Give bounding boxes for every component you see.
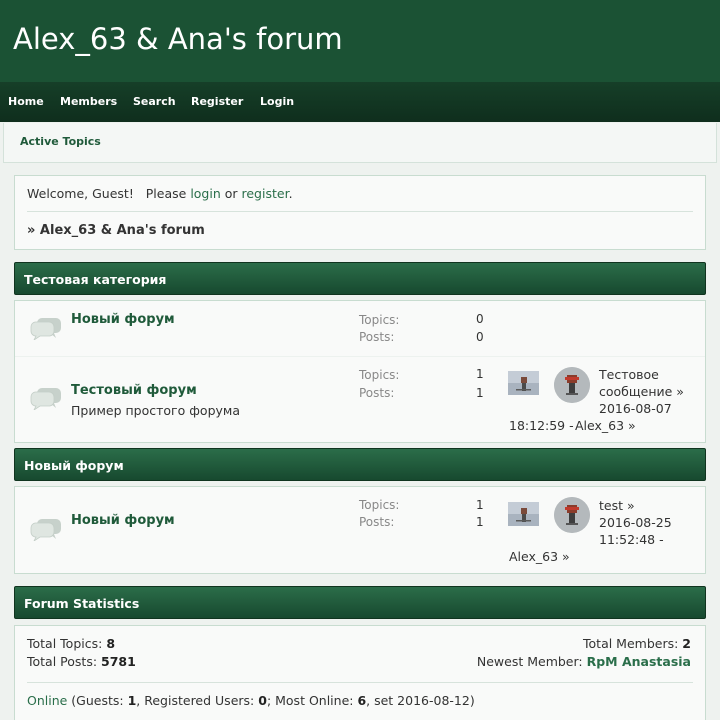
last-post-time: 18:12:59 - xyxy=(509,418,578,433)
last-post-title-cont[interactable]: сообщение » xyxy=(599,383,684,400)
posts-count: 0 xyxy=(476,330,484,344)
speech-bubbles-icon xyxy=(30,388,61,410)
last-post-date: 2016-08-25 xyxy=(599,515,672,530)
site-title[interactable]: Alex_63 & Ana's forum xyxy=(13,22,343,56)
post-thumbnail[interactable] xyxy=(508,371,539,395)
divider xyxy=(27,211,693,212)
posts-label: Posts: xyxy=(359,330,395,344)
total-topics: Total Topics: 8 xyxy=(27,636,115,651)
posts-count: 1 xyxy=(476,515,484,529)
forum-link[interactable]: Новый форум xyxy=(71,312,175,327)
login-link[interactable]: login xyxy=(190,186,220,201)
newest-member: Newest Member: RpM Anastasia xyxy=(477,654,691,669)
forum-row: Новый форум Topics: 0 Posts: 0 xyxy=(15,301,705,356)
forum-description: Пример простого форума xyxy=(71,403,240,418)
sub-nav: Active Topics xyxy=(3,123,717,163)
post-thumbnail[interactable] xyxy=(508,502,539,526)
registered-value: 0 xyxy=(258,693,267,708)
topics-count: 1 xyxy=(476,498,484,512)
last-post-title[interactable]: test » xyxy=(599,497,635,514)
last-post-author[interactable]: Alex_63 » xyxy=(575,417,636,434)
last-post-author[interactable]: Alex_63 » xyxy=(509,548,570,565)
nav-search[interactable]: Search xyxy=(133,95,176,108)
topics-label: Topics: xyxy=(359,368,400,382)
category-header[interactable]: Тестовая категория xyxy=(14,262,706,295)
speech-bubbles-icon xyxy=(30,318,61,340)
topics-label: Topics: xyxy=(359,498,400,512)
last-post-time: 11:52:48 - xyxy=(599,532,664,547)
nav-register[interactable]: Register xyxy=(191,95,243,108)
newest-member-label: Newest Member: xyxy=(476,654,587,669)
forum-link[interactable]: Новый форум xyxy=(71,513,175,528)
posts-label: Posts: xyxy=(359,386,395,400)
newest-member-link[interactable]: RpM Anastasia xyxy=(587,654,691,669)
forum-row: Новый форум Topics: 1 Posts: 1 test » 20… xyxy=(15,487,705,575)
total-topics-label: Total Topics: xyxy=(27,636,107,651)
welcome-panel: Welcome, Guest! Please login or register… xyxy=(14,175,706,250)
guests-label: (Guests: xyxy=(67,693,128,708)
total-members: Total Members: 2 xyxy=(583,636,691,651)
category-forums: Новый форум Topics: 0 Posts: 0 Тестовый … xyxy=(14,300,706,443)
total-posts: Total Posts: 5781 xyxy=(27,654,136,669)
statistics-panel: Total Topics: 8 Total Posts: 5781 Total … xyxy=(14,625,706,720)
last-post-date: 2016-08-07 xyxy=(599,401,672,416)
online-link[interactable]: Online xyxy=(27,693,67,708)
welcome-prefix: Welcome, Guest! Please xyxy=(27,186,191,201)
active-topics-link[interactable]: Active Topics xyxy=(20,135,101,148)
speech-bubbles-icon xyxy=(30,519,61,541)
category-forums: Новый форум Topics: 1 Posts: 1 test » 20… xyxy=(14,486,706,574)
most-online-label: ; Most Online: xyxy=(266,693,358,708)
posts-count: 1 xyxy=(476,386,484,400)
welcome-or: or xyxy=(220,186,242,201)
register-link[interactable]: register xyxy=(242,186,289,201)
divider xyxy=(27,682,693,683)
registered-label: , Registered Users: xyxy=(136,693,259,708)
category-title[interactable]: Новый форум xyxy=(24,458,124,473)
guests-value: 1 xyxy=(127,693,137,708)
statistics-header: Forum Statistics xyxy=(14,586,706,619)
topics-count: 1 xyxy=(476,367,484,381)
last-post-title[interactable]: Тестовое xyxy=(599,366,659,383)
set-date: , set 2016-08-12) xyxy=(366,693,475,708)
total-posts-label: Total Posts: xyxy=(27,654,102,669)
user-avatar[interactable] xyxy=(554,497,590,533)
forum-link[interactable]: Тестовый форум xyxy=(71,383,197,398)
welcome-message: Welcome, Guest! Please login or register… xyxy=(27,186,293,201)
nav-login[interactable]: Login xyxy=(260,95,294,108)
category-header[interactable]: Новый форум xyxy=(14,448,706,481)
nav-members[interactable]: Members xyxy=(60,95,117,108)
user-avatar[interactable] xyxy=(554,367,590,403)
total-topics-value: 8 xyxy=(106,636,116,651)
posts-label: Posts: xyxy=(359,515,395,529)
total-members-value: 2 xyxy=(682,636,691,651)
total-members-label: Total Members: xyxy=(583,636,683,651)
forum-row: Тестовый форум Пример простого форума To… xyxy=(15,357,705,444)
welcome-suffix: . xyxy=(288,186,293,201)
online-summary: Online (Guests: 1, Registered Users: 0; … xyxy=(27,693,475,708)
nav-home[interactable]: Home xyxy=(8,95,44,108)
category-title[interactable]: Тестовая категория xyxy=(24,272,166,287)
topics-label: Topics: xyxy=(359,313,400,327)
main-nav: Home Members Search Register Login xyxy=(0,82,720,122)
topics-count: 0 xyxy=(476,312,484,326)
breadcrumb[interactable]: » Alex_63 & Ana's forum xyxy=(27,223,205,238)
total-posts-value: 5781 xyxy=(101,654,136,669)
statistics-title: Forum Statistics xyxy=(24,596,140,611)
site-header: Alex_63 & Ana's forum xyxy=(0,0,720,82)
most-online-value: 6 xyxy=(357,693,367,708)
